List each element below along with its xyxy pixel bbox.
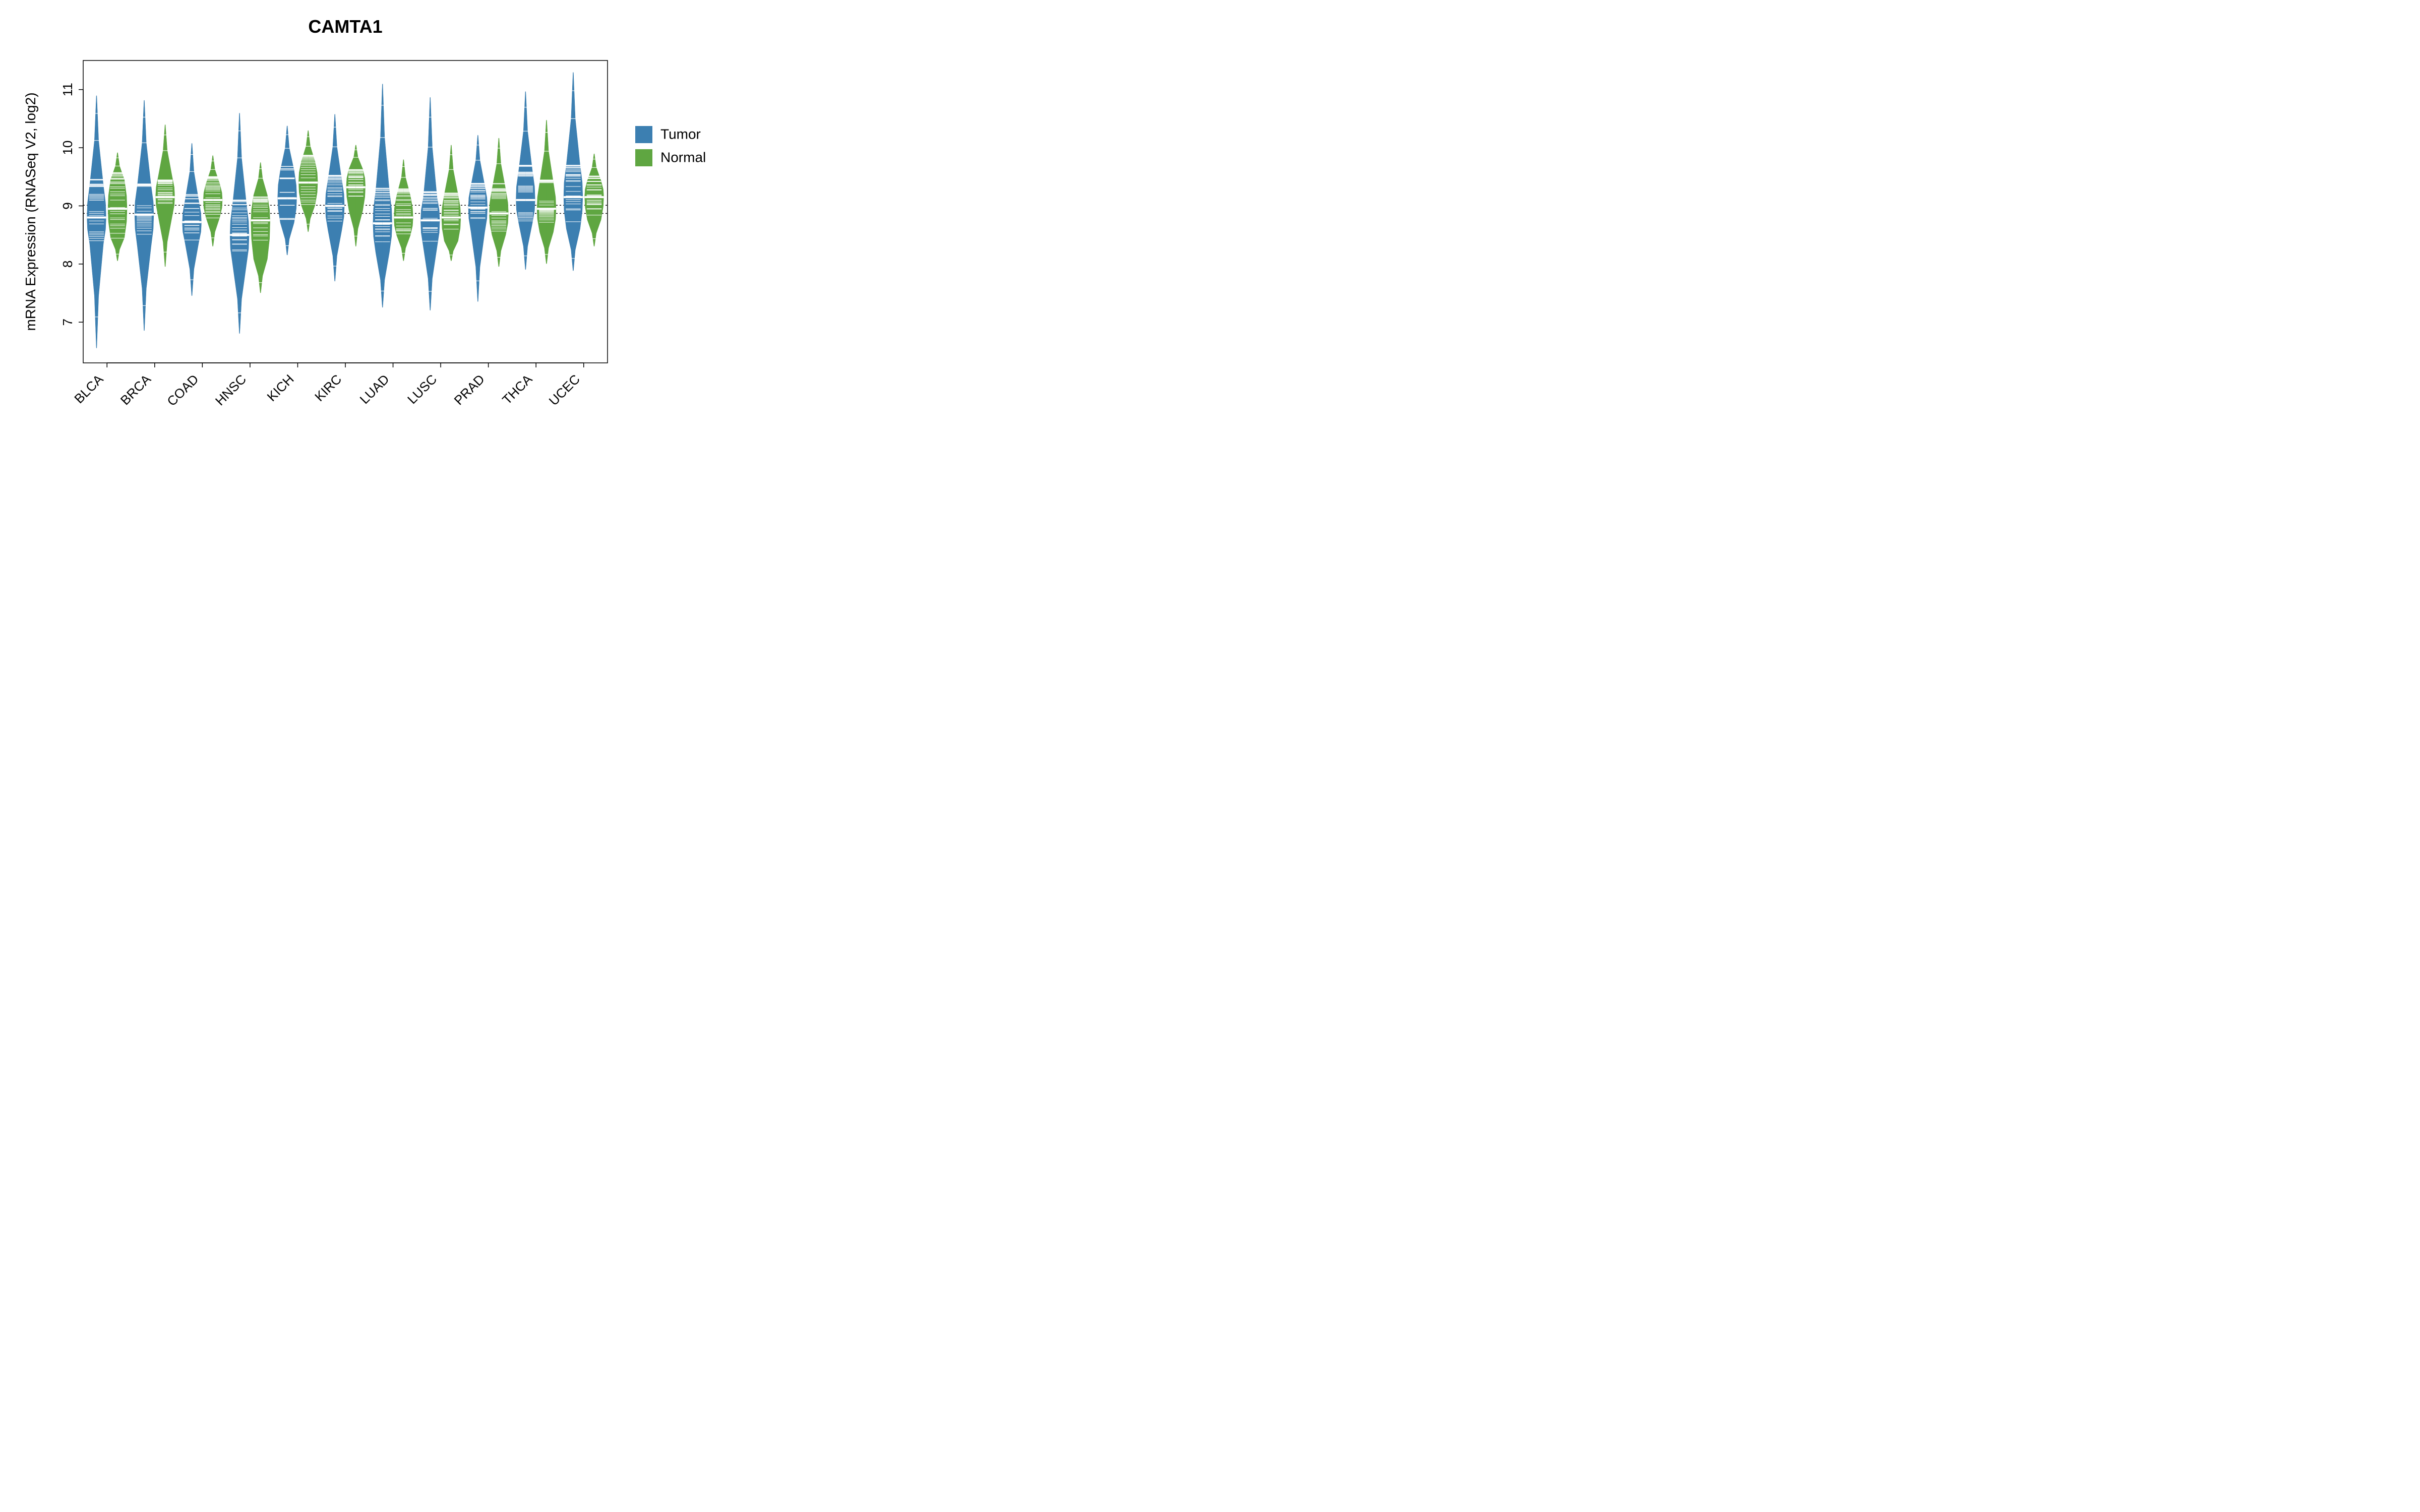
svg-text:mRNA Expression (RNASeq V2, lo: mRNA Expression (RNASeq V2, log2) <box>23 92 38 331</box>
chart-container: CAMTA1 7 8 9 10 11 mRNA Expression (RNASeq V2,… <box>0 0 756 474</box>
svg-text:11: 11 <box>60 83 75 96</box>
svg-text:9: 9 <box>60 202 75 209</box>
svg-text:KICH: KICH <box>264 371 297 404</box>
svg-text:LUAD: LUAD <box>357 371 392 407</box>
svg-text:BLCA: BLCA <box>71 371 106 407</box>
svg-text:PRAD: PRAD <box>451 371 488 408</box>
svg-text:7: 7 <box>60 319 75 326</box>
svg-text:LUSC: LUSC <box>404 371 440 407</box>
svg-text:CAMTA1: CAMTA1 <box>308 16 382 37</box>
beanplot-svg: CAMTA1 7 8 9 10 11 mRNA Expression (RNASeq V2,… <box>0 0 756 474</box>
svg-text:BRCA: BRCA <box>117 371 154 408</box>
svg-text:Normal: Normal <box>660 150 706 165</box>
svg-text:8: 8 <box>60 261 75 268</box>
svg-text:HNSC: HNSC <box>212 371 249 408</box>
svg-text:Tumor: Tumor <box>660 127 701 142</box>
svg-text:THCA: THCA <box>499 371 535 408</box>
svg-text:10: 10 <box>60 141 75 155</box>
svg-text:COAD: COAD <box>164 371 201 409</box>
svg-text:UCEC: UCEC <box>546 371 583 408</box>
svg-text:KIRC: KIRC <box>312 371 344 404</box>
